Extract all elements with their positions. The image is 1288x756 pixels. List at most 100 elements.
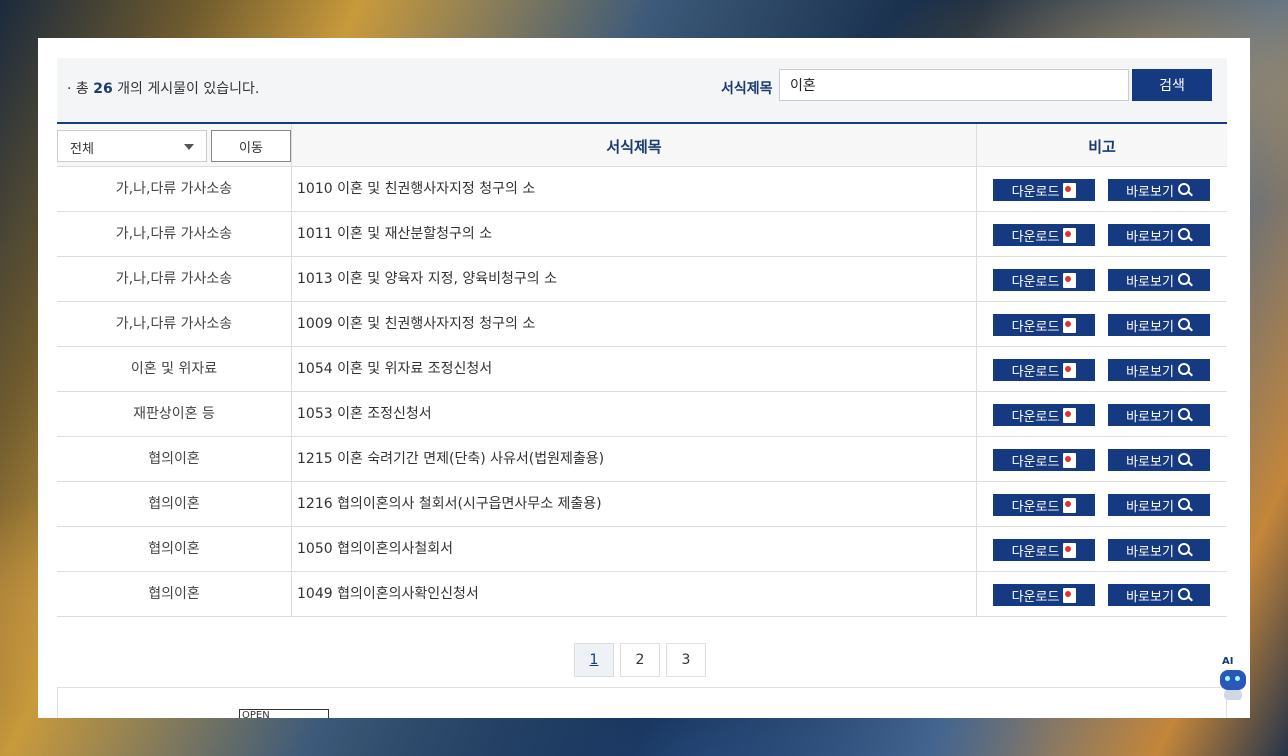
search-input[interactable] — [779, 69, 1129, 101]
search-icon — [1177, 588, 1192, 602]
page-button-1[interactable]: 1 — [574, 643, 614, 677]
search-icon — [1177, 453, 1192, 467]
document-icon — [1063, 182, 1077, 198]
download-button[interactable]: 다운로드 — [993, 314, 1095, 336]
table-row: 협의이혼 1049 협의이혼의사확인신청서 다운로드 바로보기 — [57, 572, 1227, 617]
download-button[interactable]: 다운로드 — [993, 539, 1095, 561]
document-icon — [1063, 227, 1077, 243]
search-icon — [1177, 273, 1192, 287]
document-icon — [1063, 587, 1077, 603]
document-icon — [1063, 362, 1077, 378]
download-button[interactable]: 다운로드 — [993, 584, 1095, 606]
search-icon — [1177, 408, 1192, 422]
document-icon — [1063, 452, 1077, 468]
column-divider — [976, 257, 977, 301]
search-button[interactable]: 검색 — [1132, 69, 1212, 101]
post-count-summary: · 총 26 개의 게시물이 있습니다. — [67, 81, 260, 97]
table-row: 협의이혼 1050 협의이혼의사철회서 다운로드 바로보기 — [57, 527, 1227, 572]
view-button[interactable]: 바로보기 — [1108, 539, 1210, 561]
column-divider — [976, 482, 977, 526]
column-divider — [291, 212, 292, 256]
document-icon — [1063, 407, 1077, 423]
column-divider — [291, 437, 292, 481]
row-category: 재판상이혼 등 — [133, 406, 215, 422]
document-icon — [1063, 272, 1077, 288]
download-button[interactable]: 다운로드 — [993, 224, 1095, 246]
ai-chatbot-button[interactable]: AI — [1218, 656, 1248, 706]
row-title-link[interactable]: 1013 이혼 및 양육자 지정, 양육비청구의 소 — [297, 257, 557, 301]
download-button[interactable]: 다운로드 — [993, 494, 1095, 516]
search-icon — [1177, 318, 1192, 332]
column-divider — [976, 572, 977, 616]
column-divider — [291, 347, 292, 391]
row-title-link[interactable]: 1009 이혼 및 친권행사자지정 청구의 소 — [297, 302, 535, 346]
search-icon — [1177, 363, 1192, 377]
row-title-link[interactable]: 1050 협의이혼의사철회서 — [297, 527, 453, 571]
row-title-link[interactable]: 1215 이혼 숙려기간 면제(단축) 사유서(법원제출용) — [297, 437, 604, 481]
column-divider — [976, 437, 977, 481]
column-divider — [976, 302, 977, 346]
table-row: 가,나,다류 가사소송 1010 이혼 및 친권행사자지정 청구의 소 다운로드 바로… — [57, 167, 1227, 212]
page-button-2[interactable]: 2 — [620, 643, 660, 677]
column-divider — [291, 527, 292, 571]
post-count: 26 — [93, 81, 113, 97]
chevron-down-icon — [184, 144, 194, 150]
view-button[interactable]: 바로보기 — [1108, 179, 1210, 201]
row-title-link[interactable]: 1010 이혼 및 친권행사자지정 청구의 소 — [297, 167, 535, 211]
row-category: 가,나,다류 가사소송 — [115, 226, 233, 242]
view-button[interactable]: 바로보기 — [1108, 404, 1210, 426]
column-divider — [976, 392, 977, 436]
view-button[interactable]: 바로보기 — [1108, 584, 1210, 606]
row-title-link[interactable]: 1049 협의이혼의사확인신청서 — [297, 572, 479, 616]
row-category: 협의이혼 — [148, 451, 200, 467]
view-button[interactable]: 바로보기 — [1108, 449, 1210, 471]
column-divider — [291, 167, 292, 211]
download-button[interactable]: 다운로드 — [993, 359, 1095, 381]
category-select[interactable]: 전체 — [57, 130, 207, 162]
document-icon — [1063, 317, 1077, 333]
robot-icon — [1220, 670, 1246, 690]
view-button[interactable]: 바로보기 — [1108, 224, 1210, 246]
search-icon — [1177, 498, 1192, 512]
table-row: 가,나,다류 가사소송 1013 이혼 및 양육자 지정, 양육비청구의 소 다운로… — [57, 257, 1227, 302]
download-button[interactable]: 다운로드 — [993, 404, 1095, 426]
row-title-link[interactable]: 1053 이혼 조정신청서 — [297, 392, 432, 436]
search-icon — [1177, 228, 1192, 242]
view-button[interactable]: 바로보기 — [1108, 269, 1210, 291]
column-divider — [291, 482, 292, 526]
row-category: 협의이혼 — [148, 496, 200, 512]
row-category: 가,나,다류 가사소송 — [115, 316, 233, 332]
row-category: 가,나,다류 가사소송 — [115, 271, 233, 287]
pagination: 123 — [574, 643, 706, 677]
table-row: 가,나,다류 가사소송 1009 이혼 및 친권행사자지정 청구의 소 다운로드 바로… — [57, 302, 1227, 347]
document-icon — [1063, 497, 1077, 513]
column-divider — [976, 212, 977, 256]
move-button[interactable]: 이동 — [211, 130, 291, 162]
table-header: 전체 이동 서식제목 비고 — [57, 122, 1227, 167]
page-button-3[interactable]: 3 — [666, 643, 706, 677]
row-title-link[interactable]: 1011 이혼 및 재산분할청구의 소 — [297, 212, 492, 256]
table-row: 협의이혼 1216 협의이혼의사 철회서(시구읍면사무소 제출용) 다운로드 바로보기 — [57, 482, 1227, 527]
table-row: 협의이혼 1215 이혼 숙려기간 면제(단축) 사유서(법원제출용) 다운로드 바로… — [57, 437, 1227, 482]
table-row: 가,나,다류 가사소송 1011 이혼 및 재산분할청구의 소 다운로드 바로보기 — [57, 212, 1227, 257]
view-button[interactable]: 바로보기 — [1108, 494, 1210, 516]
download-button[interactable]: 다운로드 — [993, 179, 1095, 201]
column-divider — [976, 527, 977, 571]
column-divider — [291, 302, 292, 346]
search-label: 서식제목 — [721, 81, 773, 97]
view-button[interactable]: 바로보기 — [1108, 359, 1210, 381]
search-icon — [1177, 183, 1192, 197]
download-button[interactable]: 다운로드 — [993, 449, 1095, 471]
row-category: 가,나,다류 가사소송 — [115, 181, 233, 197]
open-license-badge: OPEN — [239, 709, 329, 718]
row-category: 협의이혼 — [148, 541, 200, 557]
view-button[interactable]: 바로보기 — [1108, 314, 1210, 336]
row-category: 협의이혼 — [148, 586, 200, 602]
table-row: 재판상이혼 등 1053 이혼 조정신청서 다운로드 바로보기 — [57, 392, 1227, 437]
column-divider — [976, 167, 977, 211]
column-divider — [291, 572, 292, 616]
column-divider — [976, 347, 977, 391]
row-title-link[interactable]: 1216 협의이혼의사 철회서(시구읍면사무소 제출용) — [297, 482, 602, 526]
download-button[interactable]: 다운로드 — [993, 269, 1095, 291]
row-title-link[interactable]: 1054 이혼 및 위자료 조정신청서 — [297, 347, 492, 391]
